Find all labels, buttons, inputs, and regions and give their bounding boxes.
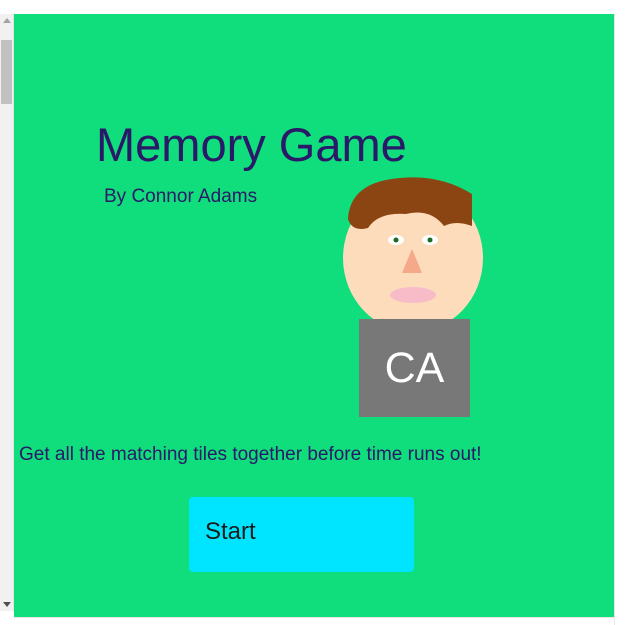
avatar-mouth <box>390 287 436 303</box>
game-canvas: Memory Game By Connor Adams CA Get all t… <box>14 14 614 617</box>
scroll-thumb[interactable] <box>1 40 12 104</box>
start-button-label: Start <box>205 518 256 545</box>
initials-badge: CA <box>359 319 470 417</box>
start-button[interactable]: Start <box>189 497 414 572</box>
bottom-edge <box>14 617 614 618</box>
game-title: Memory Game <box>96 118 407 171</box>
author-byline: By Connor Adams <box>104 186 258 207</box>
instructions-text: Get all the matching tiles together befo… <box>19 444 482 465</box>
scroll-down-arrow-icon[interactable] <box>0 597 13 611</box>
scroll-up-arrow-icon[interactable] <box>0 14 13 28</box>
top-edge <box>14 0 627 14</box>
right-edge <box>614 14 615 625</box>
vertical-scrollbar[interactable] <box>0 14 14 611</box>
